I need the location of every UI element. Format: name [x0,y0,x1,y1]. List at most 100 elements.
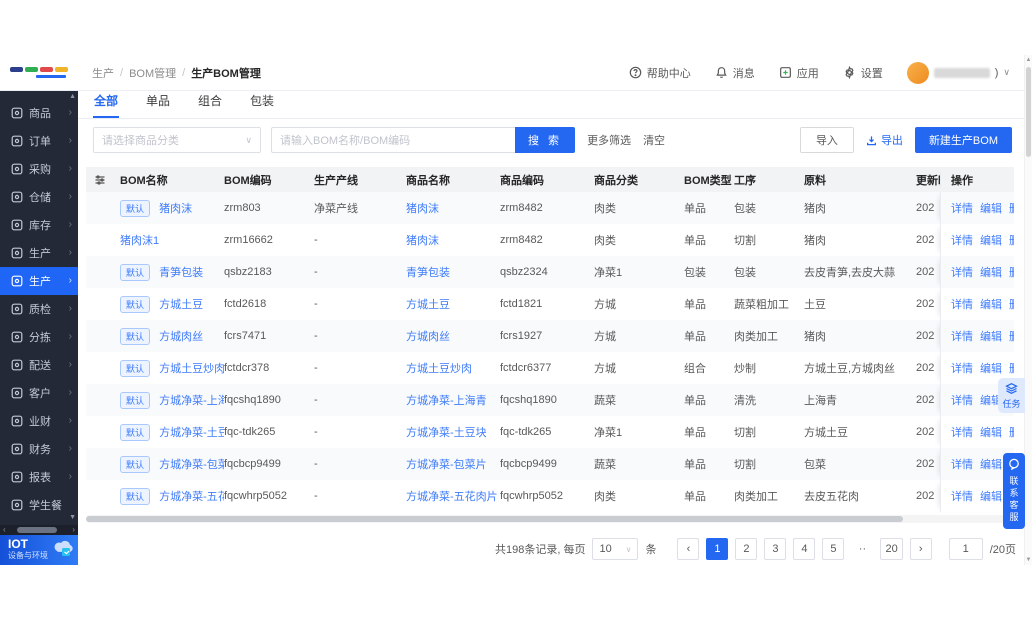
delete-link[interactable]: 删除 [1009,360,1014,376]
product-name-link[interactable]: 方城土豆炒肉 [406,363,472,375]
column-header[interactable]: 商品名称 [406,172,500,188]
column-header[interactable]: 原料 [804,172,916,188]
column-header[interactable]: 商品编码 [500,172,594,188]
tab[interactable]: 全部 [93,92,120,118]
user-menu[interactable]: ) ∨ [906,61,1010,84]
column-header[interactable]: BOM名称 [120,172,224,188]
page-button[interactable]: 5 [822,538,845,560]
detail-link[interactable]: 详情 [951,296,973,312]
page-button[interactable]: 2 [735,538,758,560]
scrollbar-thumb[interactable] [86,516,903,522]
edit-link[interactable]: 编辑 [980,456,1002,472]
help-center-button[interactable]: 帮助中心 [629,65,691,81]
detail-link[interactable]: 详情 [951,488,973,504]
export-button[interactable]: 导出 [866,132,903,148]
product-name-link[interactable]: 方城净菜-五花肉片 [406,491,498,503]
product-name-link[interactable]: 方城肉丝 [406,331,450,343]
page-button[interactable]: ·· [851,538,873,560]
edit-link[interactable]: 编辑 [980,328,1002,344]
page-button[interactable]: 4 [793,538,816,560]
bom-name-link[interactable]: 方城净菜-土豆块 [159,427,224,439]
category-select[interactable]: 请选择商品分类 ∨ [93,127,261,153]
window-vertical-scrollbar[interactable]: ▲ ▼ [1024,55,1032,565]
sidebar-item[interactable]: 采购 › [0,155,78,183]
column-header[interactable]: BOM类型 [684,172,734,188]
iot-banner[interactable]: IOT 设备与环境 [0,535,78,565]
scroll-left-icon[interactable]: ‹ [3,526,6,534]
detail-link[interactable]: 详情 [951,328,973,344]
page-button[interactable]: 3 [764,538,787,560]
delete-link[interactable]: 删除 [1009,232,1014,248]
column-header[interactable]: 生产产线 [314,172,406,188]
edit-link[interactable]: 编辑 [980,232,1002,248]
sidebar-item[interactable]: 质检 › [0,295,78,323]
delete-link[interactable]: 删除 [1009,200,1014,216]
more-filters-link[interactable]: 更多筛选 [587,132,631,148]
logo[interactable] [0,55,78,90]
tab[interactable]: 单品 [145,92,171,118]
detail-link[interactable]: 详情 [951,424,973,440]
next-page-button[interactable]: › [909,538,932,560]
settings-button[interactable]: 设置 [843,65,883,81]
product-name-link[interactable]: 猪肉沫 [406,235,439,247]
product-name-link[interactable]: 方城土豆 [406,299,450,311]
search-button[interactable]: 搜 索 [515,127,576,153]
edit-link[interactable]: 编辑 [980,200,1002,216]
bom-name-link[interactable]: 青笋包装 [159,267,203,279]
bom-name-link[interactable]: 方城肉丝 [159,331,203,343]
sidebar-item[interactable]: 业财 › [0,407,78,435]
product-name-link[interactable]: 青笋包装 [406,267,450,279]
sidebar-horizontal-scrollbar[interactable]: ‹ › [0,525,78,535]
detail-link[interactable]: 详情 [951,264,973,280]
sidebar-item[interactable]: 配送 › [0,351,78,379]
bom-name-link[interactable]: 方城净菜-上海青 [159,395,224,407]
sidebar-item[interactable]: 财务 › [0,435,78,463]
prev-page-button[interactable]: ‹ [677,538,700,560]
delete-link[interactable]: 删除 [1009,296,1014,312]
detail-link[interactable]: 详情 [951,360,973,376]
detail-link[interactable]: 详情 [951,200,973,216]
product-name-link[interactable]: 方城净菜-土豆块 [406,427,487,439]
sidebar-item[interactable]: 生产 › [0,267,78,295]
column-header[interactable]: BOM编码 [224,172,314,188]
sidebar-item[interactable]: 报表 › [0,463,78,491]
import-button[interactable]: 导入 [799,127,854,153]
delete-link[interactable]: 删除 [1009,328,1014,344]
column-settings-button[interactable] [86,174,120,186]
edit-link[interactable]: 编辑 [980,360,1002,376]
page-button[interactable]: 20 [880,538,903,560]
bom-name-link[interactable]: 方城土豆炒肉 [159,363,224,375]
detail-link[interactable]: 详情 [951,232,973,248]
detail-link[interactable]: 详情 [951,456,973,472]
scrollbar-thumb[interactable] [1026,67,1031,157]
scroll-right-icon[interactable]: › [72,526,75,534]
bom-name-link[interactable]: 猪肉沫1 [120,235,159,247]
delete-link[interactable]: 删除 [1009,424,1014,440]
product-name-link[interactable]: 方城净菜-上海青 [406,395,487,407]
sidebar-item[interactable]: 库存 › [0,211,78,239]
scroll-down-icon[interactable]: ▼ [1025,557,1032,563]
page-button[interactable]: 1 [706,538,729,560]
breadcrumb-item[interactable]: BOM管理 [129,65,176,81]
customer-service-floating-button[interactable]: 联系客服 [1003,453,1025,529]
sidebar-item[interactable]: 客户 › [0,379,78,407]
sidebar-item[interactable]: 学生餐 › [0,491,78,519]
edit-link[interactable]: 编辑 [980,296,1002,312]
bom-name-link[interactable]: 方城净菜-包菜片 [159,459,224,471]
column-header[interactable]: 工序 [734,172,804,188]
edit-link[interactable]: 编辑 [980,264,1002,280]
sidebar-item[interactable]: 订单 › [0,127,78,155]
apps-button[interactable]: 应用 [779,65,819,81]
clear-filters-link[interactable]: 清空 [643,132,665,148]
edit-link[interactable]: 编辑 [980,424,1002,440]
bom-name-link[interactable]: 猪肉沫 [159,203,192,215]
sidebar-item[interactable]: 分拣 › [0,323,78,351]
page-jump-input[interactable]: 1 [948,538,983,560]
sidebar-scroll-up-icon[interactable]: ▲ [69,93,76,100]
edit-link[interactable]: 编辑 [980,488,1002,504]
detail-link[interactable]: 详情 [951,392,973,408]
bom-name-link[interactable]: 方城净菜-五花肉片 [159,491,224,503]
sidebar-scroll-down-icon[interactable]: ▼ [69,514,76,521]
tab[interactable]: 包装 [249,92,275,118]
breadcrumb-item[interactable]: 生产 [92,65,114,81]
